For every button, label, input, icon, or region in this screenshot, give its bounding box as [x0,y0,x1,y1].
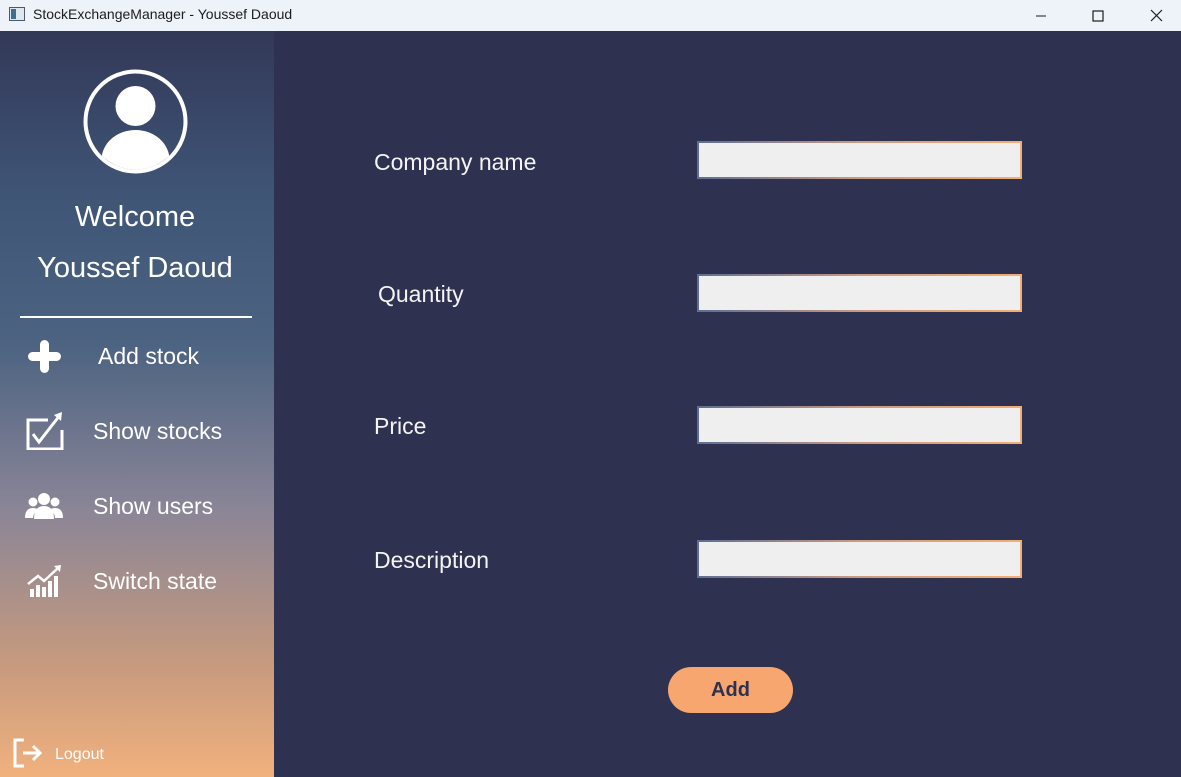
sidebar-item-label: Show stocks [93,418,223,444]
sidebar-item-label: Switch state [93,568,217,594]
add-button[interactable]: Add [668,667,793,713]
logout-button[interactable]: Logout [10,734,130,770]
add-stock-form: Company name Quantity Price Description … [274,31,1181,777]
welcome-text: Welcome [74,201,196,233]
description-label: Description [374,547,490,573]
users-icon [25,493,63,519]
chart-check-icon [26,412,64,450]
maximize-icon [1092,9,1104,22]
maximize-button[interactable] [1069,0,1127,31]
minimize-button[interactable] [1012,0,1070,31]
minimize-icon [1036,15,1046,16]
close-icon [1150,9,1162,22]
company-name-input[interactable] [697,141,1022,179]
sidebar-item-add-stock[interactable]: Add stock [20,331,260,381]
close-button[interactable] [1127,0,1181,31]
logout-label: Logout [55,746,104,763]
user-name: Youssef Daoud [37,252,233,284]
sidebar-item-switch-state[interactable]: Switch state [20,556,260,606]
logout-icon [13,738,43,768]
sidebar-item-show-users[interactable]: Show users [20,481,260,531]
app-icon [9,7,25,21]
sidebar: Welcome Youssef Daoud Add stock Show sto… [0,31,274,777]
price-input[interactable] [697,406,1022,444]
description-input[interactable] [697,540,1022,578]
app-window: StockExchangeManager - Youssef Daoud Wel… [0,0,1181,777]
sidebar-divider [20,316,252,318]
plus-icon [28,340,61,373]
price-label: Price [374,413,427,439]
sidebar-item-label: Add stock [98,343,199,369]
window-title: StockExchangeManager - Youssef Daoud [33,6,293,22]
company-name-label: Company name [374,149,537,175]
quantity-label: Quantity [378,281,464,307]
quantity-input[interactable] [697,274,1022,312]
user-circle-icon [83,69,188,174]
sidebar-item-show-stocks[interactable]: Show stocks [20,406,260,456]
sidebar-item-label: Show users [93,493,214,519]
title-bar: StockExchangeManager - Youssef Daoud [0,0,1181,31]
growth-chart-icon [27,565,61,597]
